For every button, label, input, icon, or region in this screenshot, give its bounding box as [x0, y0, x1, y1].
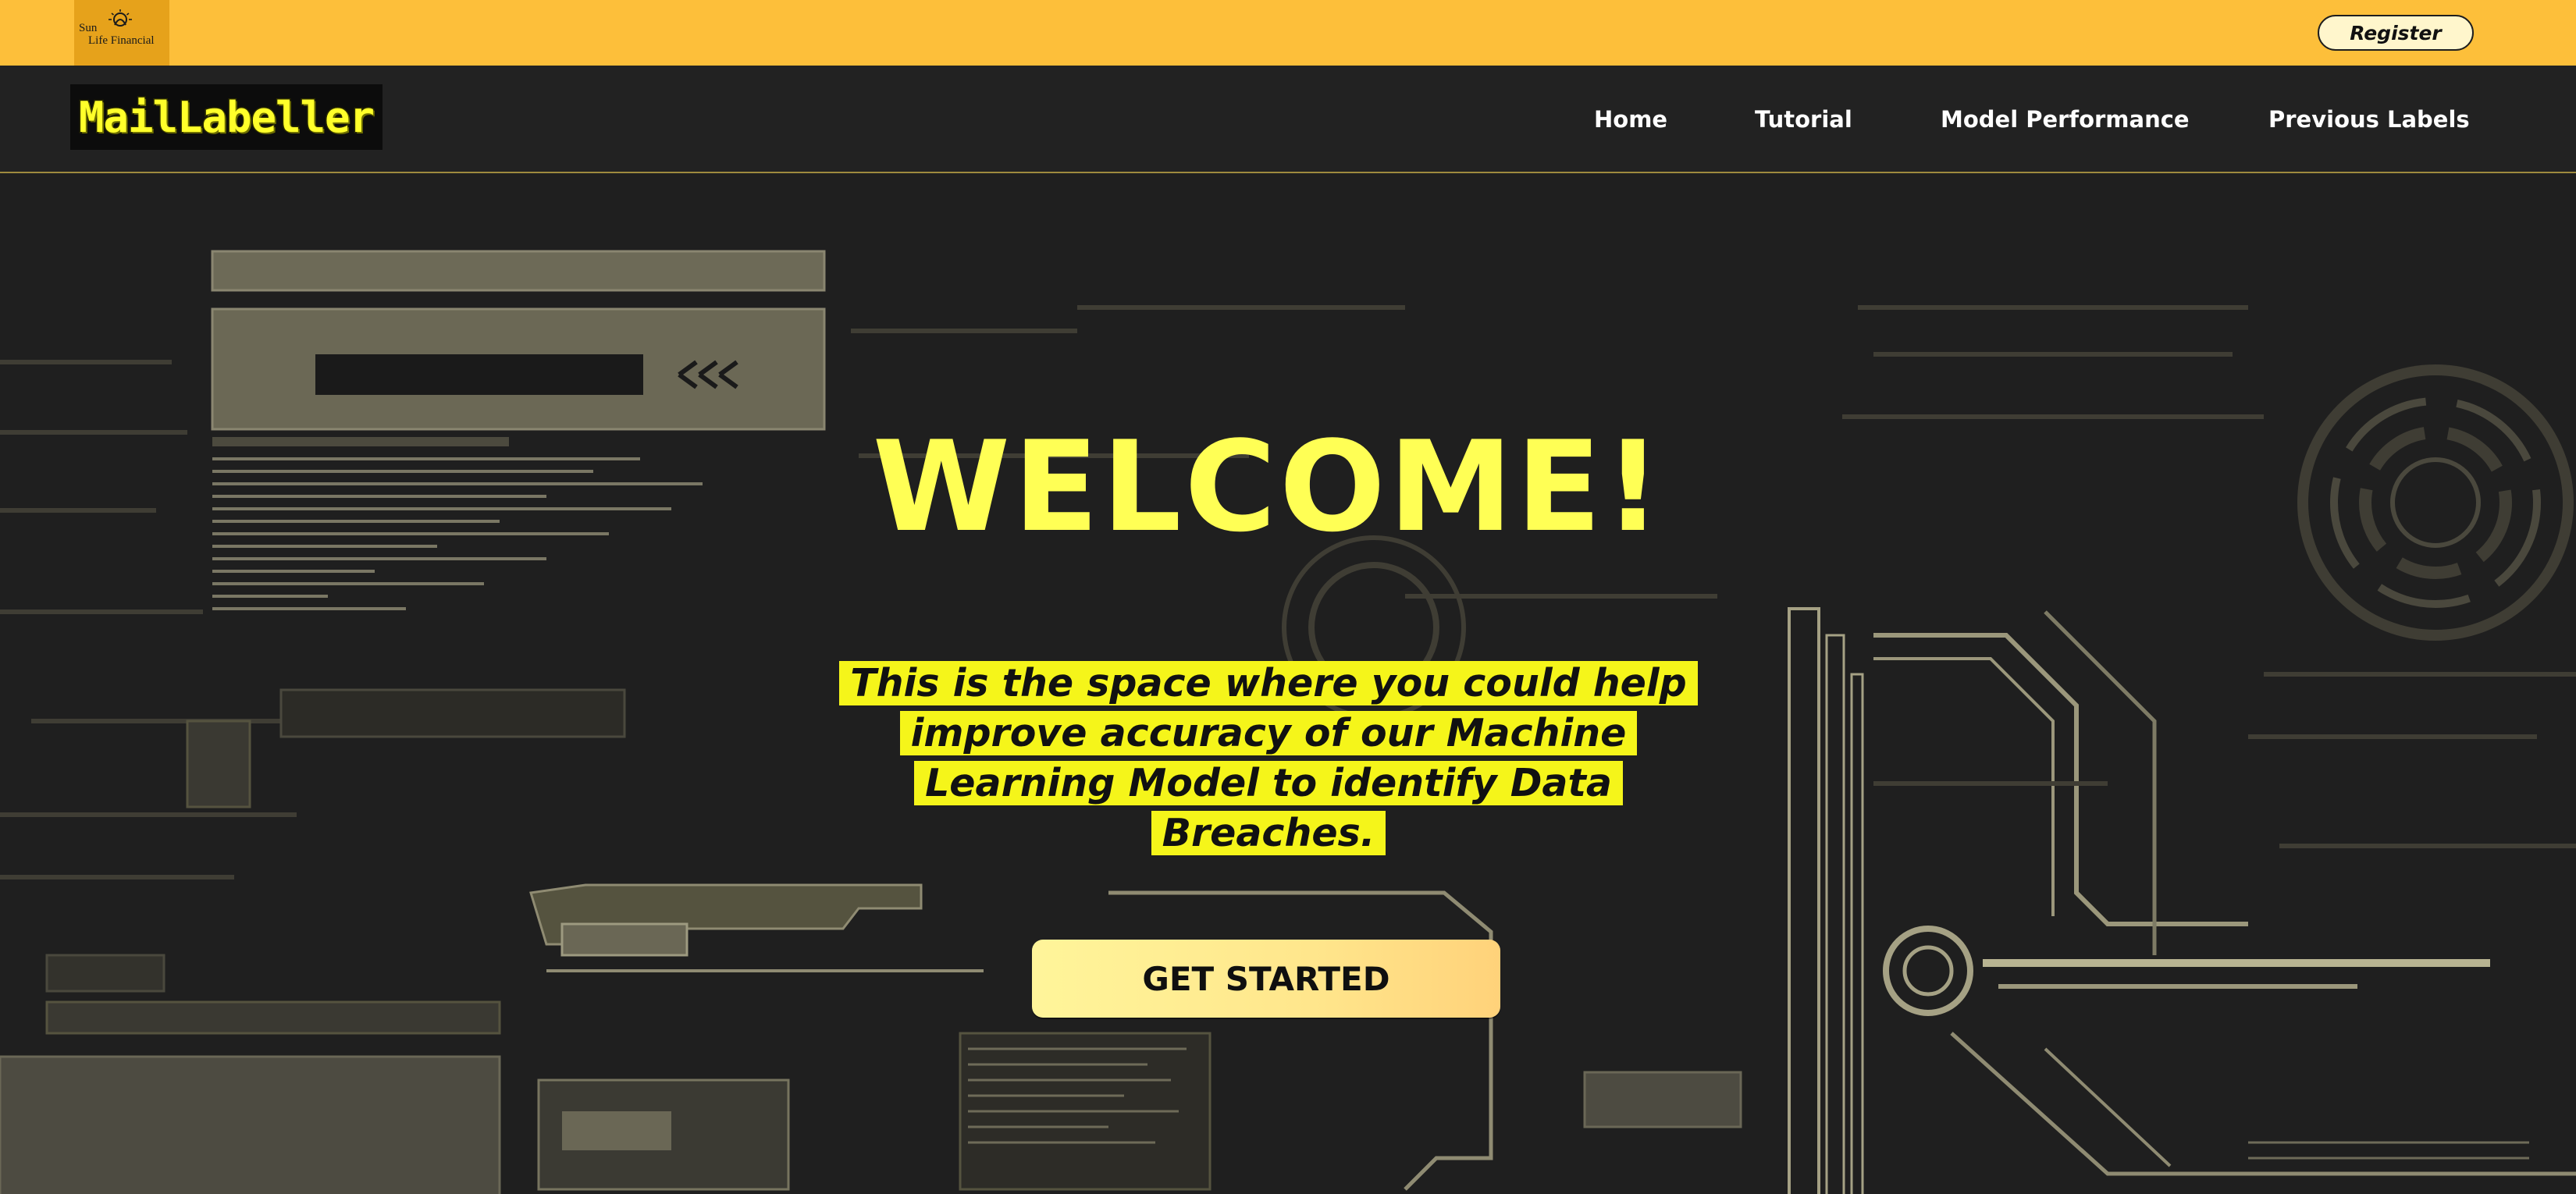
- navbar: MailLabeller Home Tutorial Model Perform…: [0, 66, 2576, 173]
- brand-line-1: Sun: [79, 22, 98, 34]
- nav-model-performance[interactable]: Model Performance: [1941, 106, 2190, 133]
- top-bar: Sun Life Financial Register: [0, 0, 2576, 66]
- nav-previous-labels[interactable]: Previous Labels: [2268, 106, 2470, 133]
- maillabeller-logo[interactable]: MailLabeller: [70, 84, 382, 150]
- nav-home[interactable]: Home: [1594, 106, 1667, 133]
- brand-line-2: Life Financial: [88, 34, 155, 47]
- register-button[interactable]: Register: [2318, 15, 2474, 51]
- hero-section: WELCOME! This is the space where you cou…: [0, 175, 2576, 1194]
- tagline-text: This is the space where you could help i…: [839, 661, 1698, 855]
- welcome-title: WELCOME!: [872, 414, 1665, 560]
- logo-text: MailLabeller: [77, 91, 375, 143]
- nav-tutorial[interactable]: Tutorial: [1755, 106, 1852, 133]
- hero-tagline: This is the space where you could help i…: [812, 659, 1725, 858]
- sun-logo-icon: [109, 9, 132, 27]
- get-started-button[interactable]: GET STARTED: [1032, 940, 1500, 1018]
- sun-life-brand[interactable]: Sun Life Financial: [74, 0, 169, 66]
